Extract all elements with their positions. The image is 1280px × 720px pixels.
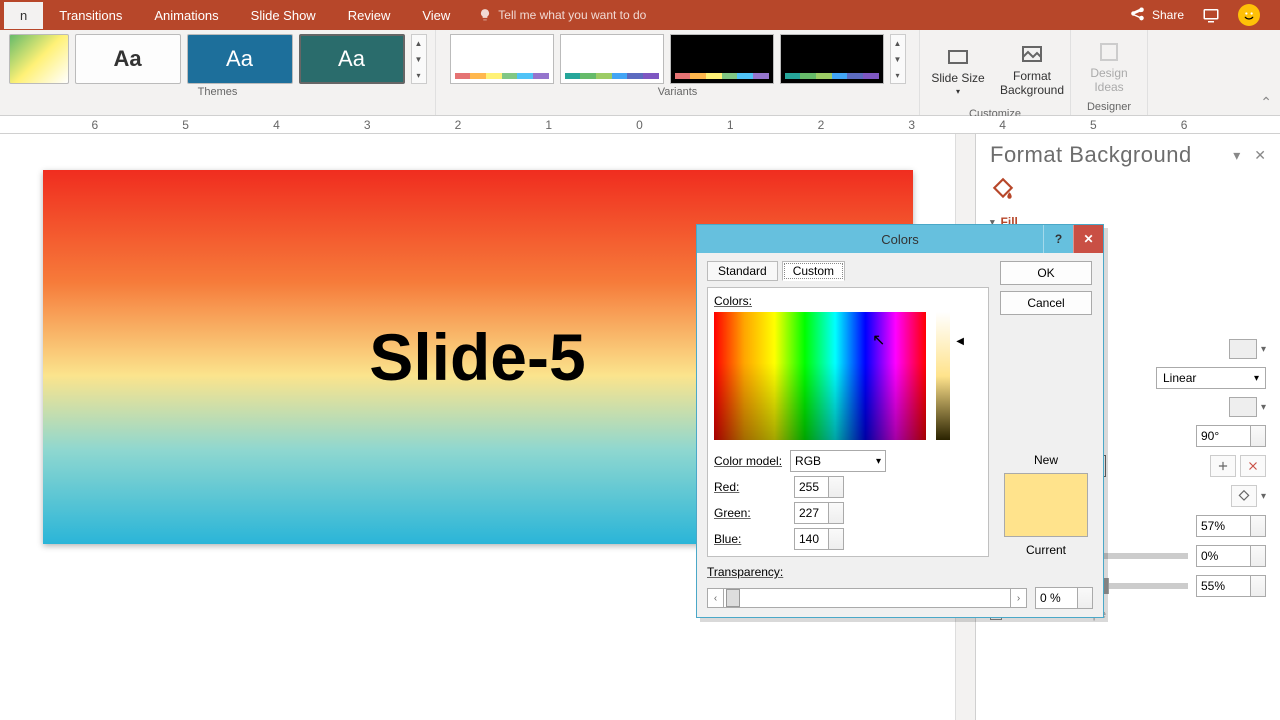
current-label: Current (1026, 543, 1066, 557)
tell-me-search[interactable]: Tell me what you want to do (478, 8, 646, 22)
dialog-titlebar[interactable]: Colors ? ✕ (697, 225, 1103, 253)
transparency-value[interactable]: 0 % (1035, 587, 1093, 609)
variant-thumb-4[interactable] (780, 34, 884, 84)
new-label: New (1034, 453, 1058, 467)
blue-input[interactable]: 140 (794, 528, 844, 550)
theme-thumb-2[interactable]: Aa (75, 34, 181, 84)
cancel-button[interactable]: Cancel (1000, 291, 1092, 315)
ribbon-tabs: n Transitions Animations Slide Show Revi… (0, 0, 1280, 30)
share-icon (1128, 6, 1146, 24)
luminance-pointer[interactable]: ◀ (956, 336, 964, 347)
colors-dialog: Colors ? ✕ Standard Custom Colors: ↖ (696, 224, 1104, 618)
transparency-label: Transparency: (707, 565, 783, 579)
theme-thumb-1[interactable] (9, 34, 69, 84)
ok-button[interactable]: OK (1000, 261, 1092, 285)
slider-left-cap[interactable]: ‹ (708, 589, 724, 607)
ruler-horizontal: 6543210123456 (0, 116, 1280, 134)
chevron-down-icon[interactable]: ▾ (1261, 402, 1266, 413)
format-background-button[interactable]: Format Background (998, 34, 1066, 106)
add-stop-button[interactable] (1210, 455, 1236, 477)
chevron-down-icon[interactable]: ▾ (1261, 344, 1266, 355)
brightness-input[interactable]: 55% (1196, 575, 1266, 597)
group-label-themes: Themes (198, 84, 238, 100)
red-input[interactable]: 255 (794, 476, 844, 498)
luminance-strip[interactable] (936, 312, 950, 440)
chevron-down-icon[interactable]: ▾ (1261, 491, 1266, 502)
dialog-help-button[interactable]: ? (1043, 225, 1073, 253)
variants-gallery-expand[interactable]: ▲▼▾ (890, 34, 906, 84)
variant-thumb-3[interactable] (670, 34, 774, 84)
dialog-title: Colors (881, 232, 919, 247)
custom-color-frame: Colors: ↖ ◀ Color model: RGB▾ (707, 287, 989, 557)
theme-thumb-3[interactable]: Aa (187, 34, 293, 84)
tab-view[interactable]: View (406, 2, 466, 29)
design-ideas-icon (1097, 40, 1121, 64)
group-variants: ▲▼▾ Variants (436, 30, 920, 115)
color-preview (1004, 473, 1088, 537)
transparency-slider[interactable]: ‹ › (707, 588, 1027, 608)
fill-tab-icon[interactable] (990, 176, 1266, 205)
red-label: Red: (714, 480, 786, 494)
ribbon-right: Share (1128, 4, 1276, 26)
tab-slideshow[interactable]: Slide Show (235, 2, 332, 29)
slider-thumb[interactable] (726, 589, 740, 607)
dialog-close-button[interactable]: ✕ (1073, 225, 1103, 253)
lightbulb-icon (478, 8, 492, 22)
green-label: Green: (714, 506, 786, 520)
present-icon[interactable] (1202, 6, 1220, 24)
angle-input[interactable]: 90° (1196, 425, 1266, 447)
color-spectrum[interactable]: ↖ (714, 312, 926, 440)
account-emoji-icon[interactable] (1238, 4, 1260, 26)
pane-close-icon[interactable]: ✕ (1254, 147, 1266, 164)
slide-size-button[interactable]: Slide Size▾ (924, 34, 992, 106)
tab-custom[interactable]: Custom (782, 261, 845, 281)
group-label-variants: Variants (658, 84, 698, 100)
tab-animations[interactable]: Animations (138, 2, 234, 29)
format-bg-icon (1020, 43, 1044, 67)
share-button[interactable]: Share (1128, 6, 1184, 24)
tab-review[interactable]: Review (332, 2, 407, 29)
group-customize: Slide Size▾ Format Background Customize (920, 30, 1071, 115)
color-picker-button[interactable] (1231, 485, 1257, 507)
tab-standard[interactable]: Standard (707, 261, 778, 281)
pane-menu-icon[interactable]: ▾ (1233, 147, 1240, 164)
group-designer: Design Ideas Designer (1071, 30, 1148, 115)
slider-right-cap[interactable]: › (1010, 589, 1026, 607)
theme-thumb-4[interactable]: Aa (299, 34, 405, 84)
position-input[interactable]: 57% (1196, 515, 1266, 537)
tab-home-fragment[interactable]: n (4, 2, 43, 29)
color-model-label: Color model: (714, 454, 782, 468)
ribbon-collapse-icon[interactable]: ⌃ (1260, 94, 1272, 111)
blue-label: Blue: (714, 532, 786, 546)
design-ideas-button: Design Ideas (1075, 34, 1143, 99)
transparency-input[interactable]: 0% (1196, 545, 1266, 567)
green-input[interactable]: 227 (794, 502, 844, 524)
preset-swatch[interactable] (1229, 339, 1257, 359)
type-select[interactable]: Linear▾ (1156, 367, 1266, 389)
ribbon-content: Aa Aa Aa ▲▼▾ Themes ▲▼▾ Variants Slide S… (0, 30, 1280, 116)
group-themes: Aa Aa Aa ▲▼▾ Themes (0, 30, 436, 115)
slide-size-icon (946, 45, 970, 69)
variant-thumb-1[interactable] (450, 34, 554, 84)
pane-title: Format Background (990, 142, 1192, 168)
slide-title: Slide-5 (369, 319, 585, 395)
color-model-select[interactable]: RGB▾ (790, 450, 886, 472)
group-label-designer: Designer (1087, 99, 1131, 115)
colors-label: Colors: (714, 294, 982, 308)
remove-stop-button[interactable] (1240, 455, 1266, 477)
tab-transitions[interactable]: Transitions (43, 2, 138, 29)
variant-thumb-2[interactable] (560, 34, 664, 84)
direction-swatch[interactable] (1229, 397, 1257, 417)
cursor-icon: ↖ (872, 330, 885, 350)
themes-gallery-expand[interactable]: ▲▼▾ (411, 34, 427, 84)
